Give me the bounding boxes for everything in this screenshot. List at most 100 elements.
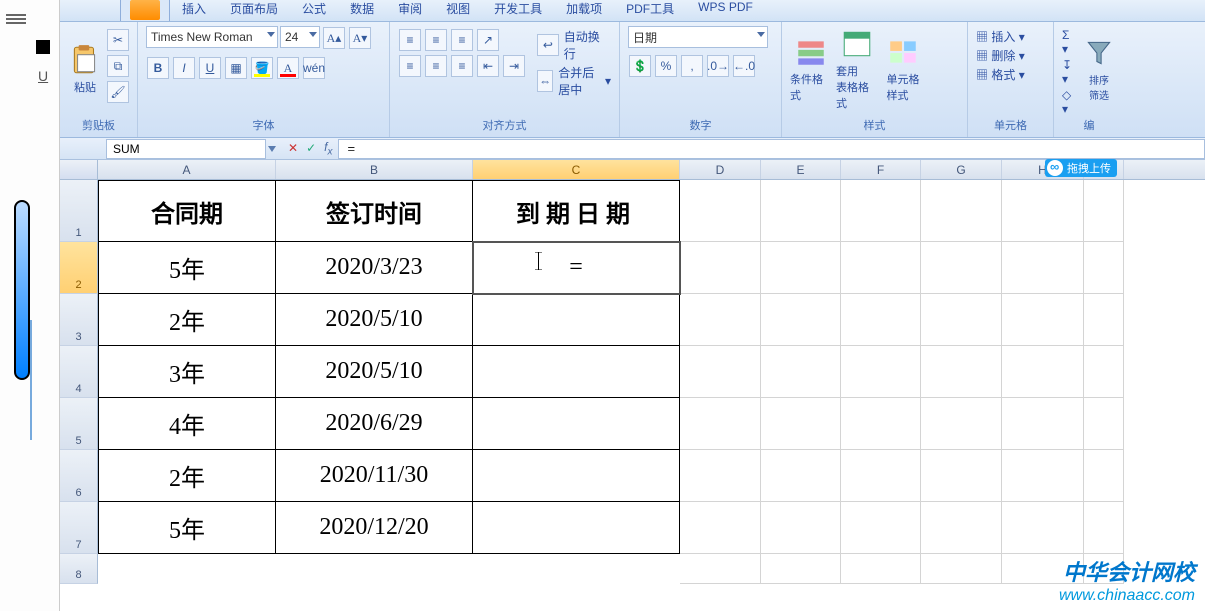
font-name-combo[interactable]: Times New Roman bbox=[146, 26, 278, 48]
ribbon-tab-4[interactable]: 数据 bbox=[338, 0, 386, 21]
row-header-8[interactable]: 8 bbox=[60, 554, 98, 584]
align-bottom-button[interactable]: ≡ bbox=[451, 29, 473, 51]
cell-H3[interactable] bbox=[1002, 294, 1084, 346]
upload-badge[interactable]: 拖拽上传 bbox=[1045, 159, 1117, 177]
office-button[interactable] bbox=[130, 0, 160, 20]
cell-H2[interactable] bbox=[1002, 242, 1084, 294]
cell-J2[interactable] bbox=[1084, 242, 1124, 294]
col-header-B[interactable]: B bbox=[276, 160, 473, 179]
row-header-4[interactable]: 4 bbox=[60, 346, 98, 398]
cell-H7[interactable] bbox=[1002, 502, 1084, 554]
comma-button[interactable]: , bbox=[681, 55, 703, 77]
align-left-button[interactable]: ≡ bbox=[399, 55, 421, 77]
autosum-button[interactable]: Σ ▾ bbox=[1062, 28, 1078, 56]
namebox-dropdown-icon[interactable] bbox=[268, 146, 276, 152]
insert-function-button[interactable]: fx bbox=[324, 140, 332, 157]
cell-E8[interactable] bbox=[761, 554, 841, 584]
row-header-2[interactable]: 2 bbox=[60, 242, 98, 294]
cell-D2[interactable] bbox=[680, 242, 761, 294]
merge-center-button[interactable]: ⇔合并后居中 ▾ bbox=[536, 64, 611, 98]
cell-J7[interactable] bbox=[1084, 502, 1124, 554]
bold-button[interactable]: B bbox=[147, 57, 169, 79]
cells-insert-button[interactable]: ▦ 插入 ▾ bbox=[976, 28, 1025, 45]
ribbon-tab-6[interactable]: 视图 bbox=[434, 0, 482, 21]
cell-F2[interactable] bbox=[841, 242, 921, 294]
cell-J5[interactable] bbox=[1084, 398, 1124, 450]
accept-formula-button[interactable]: ✓ bbox=[306, 141, 316, 155]
align-right-button[interactable]: ≡ bbox=[451, 55, 473, 77]
ribbon-tab-3[interactable]: 公式 bbox=[290, 0, 338, 21]
cell-H5[interactable] bbox=[1002, 398, 1084, 450]
row-header-1[interactable]: 1 bbox=[60, 180, 98, 242]
ribbon-tab-7[interactable]: 开发工具 bbox=[482, 0, 554, 21]
row-header-3[interactable]: 3 bbox=[60, 294, 98, 346]
font-size-combo[interactable]: 24 bbox=[280, 26, 320, 48]
cell-B4[interactable]: 2020/5/10 bbox=[276, 346, 473, 398]
cell-C7[interactable] bbox=[473, 502, 680, 554]
cell-J4[interactable] bbox=[1084, 346, 1124, 398]
cell-J6[interactable] bbox=[1084, 450, 1124, 502]
ribbon-tab-8[interactable]: 加载项 bbox=[554, 0, 614, 21]
row-header-6[interactable]: 6 bbox=[60, 450, 98, 502]
italic-button[interactable]: I bbox=[173, 57, 195, 79]
ribbon-tab-10[interactable]: WPS PDF bbox=[686, 0, 765, 21]
formula-input[interactable]: = bbox=[338, 139, 1205, 159]
col-header-A[interactable]: A bbox=[98, 160, 276, 179]
cell-E3[interactable] bbox=[761, 294, 841, 346]
cell-J3[interactable] bbox=[1084, 294, 1124, 346]
indent-dec-button[interactable]: ⇤ bbox=[477, 55, 499, 77]
cell-F3[interactable] bbox=[841, 294, 921, 346]
underline-button[interactable]: U bbox=[199, 57, 221, 79]
cell-B3[interactable]: 2020/5/10 bbox=[276, 294, 473, 346]
sort-filter-button[interactable]: 排序 筛选 bbox=[1082, 26, 1116, 112]
cells-format-button[interactable]: ▦ 格式 ▾ bbox=[976, 66, 1025, 83]
currency-button[interactable]: 💲 bbox=[629, 55, 651, 77]
inc-decimal-button[interactable]: .0→ bbox=[707, 55, 729, 77]
ribbon-tab-1[interactable]: 插入 bbox=[170, 0, 218, 21]
cell-F4[interactable] bbox=[841, 346, 921, 398]
fill-color-button[interactable]: 🪣 bbox=[251, 57, 273, 79]
cell-D1[interactable] bbox=[680, 180, 761, 242]
cell-C6[interactable] bbox=[473, 450, 680, 502]
cell-G6[interactable] bbox=[921, 450, 1002, 502]
cell-G2[interactable] bbox=[921, 242, 1002, 294]
cell-F8[interactable] bbox=[841, 554, 921, 584]
cell-A4[interactable]: 3年 bbox=[98, 346, 276, 398]
cells-delete-button[interactable]: ▦ 删除 ▾ bbox=[976, 47, 1025, 64]
cell-B7[interactable]: 2020/12/20 bbox=[276, 502, 473, 554]
grow-font-button[interactable]: A▴ bbox=[323, 27, 345, 49]
col-header-E[interactable]: E bbox=[761, 160, 841, 179]
cell-C5[interactable] bbox=[473, 398, 680, 450]
ribbon-tab-9[interactable]: PDF工具 bbox=[614, 0, 686, 21]
paste-button[interactable]: 粘贴 bbox=[68, 26, 102, 112]
cell-A6[interactable]: 2年 bbox=[98, 450, 276, 502]
cell-G4[interactable] bbox=[921, 346, 1002, 398]
cell-C3[interactable] bbox=[473, 294, 680, 346]
indent-inc-button[interactable]: ⇥ bbox=[503, 55, 525, 77]
copy-button[interactable]: ⧉ bbox=[107, 55, 129, 77]
cell-C4[interactable] bbox=[473, 346, 680, 398]
cell-G8[interactable] bbox=[921, 554, 1002, 584]
cell-D6[interactable] bbox=[680, 450, 761, 502]
col-header-G[interactable]: G bbox=[921, 160, 1002, 179]
cell-D3[interactable] bbox=[680, 294, 761, 346]
cell-B6[interactable]: 2020/11/30 bbox=[276, 450, 473, 502]
conditional-format-button[interactable]: 条件格式 bbox=[790, 26, 832, 112]
row-header-7[interactable]: 7 bbox=[60, 502, 98, 554]
cell-H4[interactable] bbox=[1002, 346, 1084, 398]
cell-G3[interactable] bbox=[921, 294, 1002, 346]
phonetic-button[interactable]: wén bbox=[303, 57, 325, 79]
cell-B1[interactable]: 签订时间 bbox=[276, 180, 473, 242]
clear-button[interactable]: ◇ ▾ bbox=[1062, 88, 1078, 116]
cell-B2[interactable]: 2020/3/23 bbox=[276, 242, 473, 294]
cut-button[interactable]: ✂ bbox=[107, 29, 129, 51]
name-box[interactable]: SUM bbox=[106, 139, 266, 159]
cell-A3[interactable]: 2年 bbox=[98, 294, 276, 346]
cell-D4[interactable] bbox=[680, 346, 761, 398]
wrap-text-button[interactable]: ↩自动换行 bbox=[536, 28, 611, 62]
border-button[interactable]: ▦ bbox=[225, 57, 247, 79]
cell-F5[interactable] bbox=[841, 398, 921, 450]
ribbon-tab-5[interactable]: 审阅 bbox=[386, 0, 434, 21]
fill-button[interactable]: ↧ ▾ bbox=[1062, 58, 1078, 86]
cell-D5[interactable] bbox=[680, 398, 761, 450]
